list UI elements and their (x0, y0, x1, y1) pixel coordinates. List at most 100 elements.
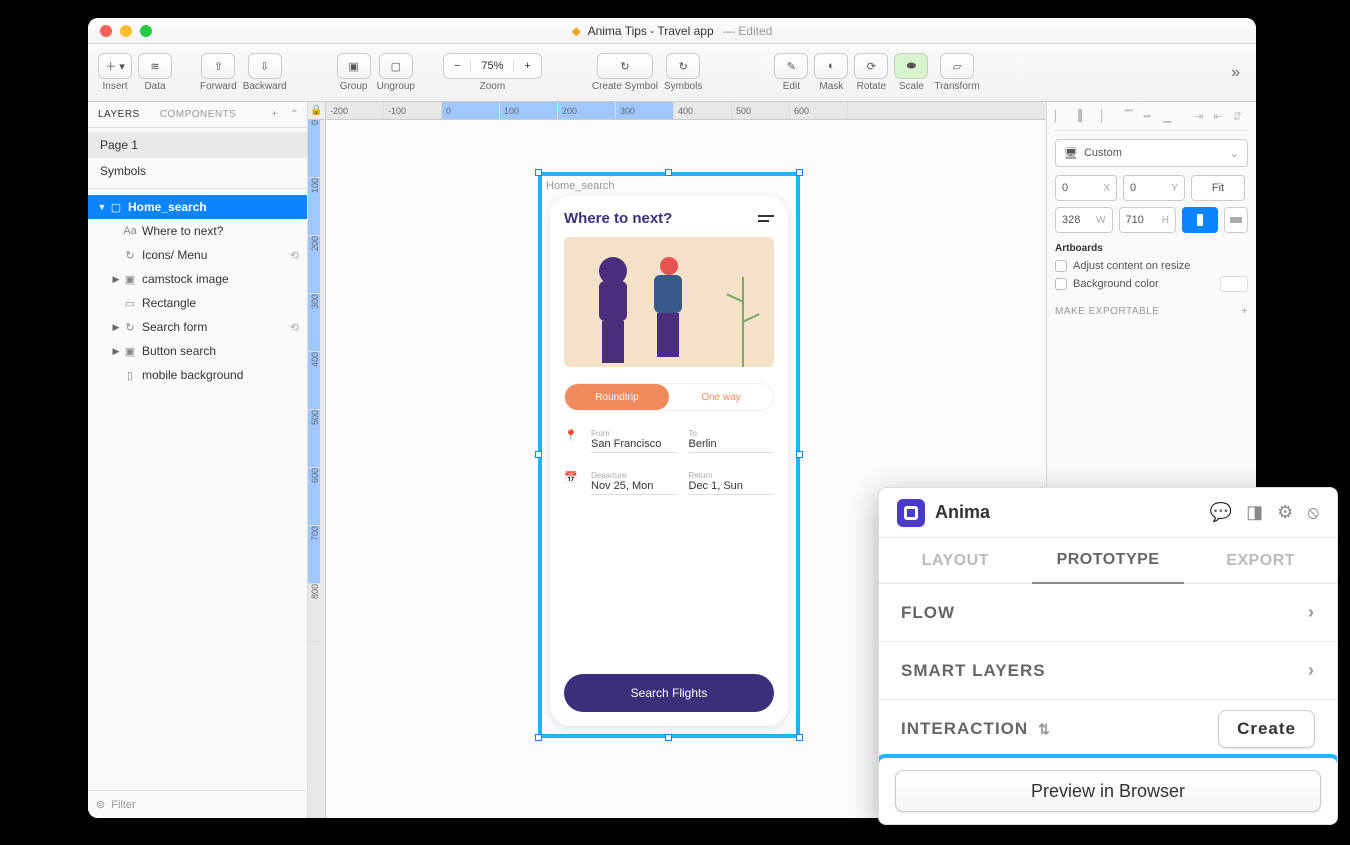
layer-item[interactable]: ▶▣Button search (88, 339, 307, 363)
layers-panel: LAYERS COMPONENTS + ⌃ Page 1 Symbols ▼▢H… (88, 102, 308, 818)
y-input[interactable]: 0Y (1123, 175, 1185, 201)
columns-icon[interactable]: ◨ (1246, 502, 1263, 523)
zoom-label: Zoom (480, 81, 506, 92)
portrait-toggle[interactable] (1182, 207, 1218, 233)
tab-export[interactable]: EXPORT (1184, 538, 1337, 583)
artboard-name[interactable]: Home_search (546, 180, 614, 192)
page-item[interactable]: Symbols (88, 158, 307, 184)
resize-handle[interactable] (665, 734, 672, 741)
filter-icon: ⊜ (96, 798, 105, 811)
make-exportable[interactable]: MAKE EXPORTABLE+ (1055, 306, 1248, 317)
roundtrip-option: Roundtrip (565, 384, 669, 410)
h-input[interactable]: 710H (1119, 207, 1177, 233)
tab-prototype[interactable]: PROTOTYPE (1032, 538, 1185, 584)
group-button[interactable]: ▣ (337, 53, 371, 79)
titlebar: ◆ Anima Tips - Travel app — Edited (88, 18, 1256, 44)
resize-handle[interactable] (796, 734, 803, 741)
forward-button[interactable]: ⇧ (201, 53, 235, 79)
layer-item[interactable]: ▶↻Search form⟲ (88, 315, 307, 339)
layer-item[interactable]: AaWhere to next? (88, 219, 307, 243)
mask-button[interactable]: ◐ (814, 53, 848, 79)
chevron-right-icon: › (1308, 660, 1315, 681)
w-input[interactable]: 328W (1055, 207, 1113, 233)
align-controls[interactable]: ▏▐▕ ▔━▁ ⇥⇤⇵ (1055, 110, 1248, 131)
ruler-vertical[interactable]: 0100200300400500600700800 (308, 120, 326, 818)
anima-title: Anima (935, 502, 990, 523)
backward-label: Backward (243, 81, 287, 92)
background-color-checkbox[interactable]: Background color (1055, 276, 1248, 292)
x-input[interactable]: 0X (1055, 175, 1117, 201)
menu-icon (758, 212, 774, 225)
layer-item[interactable]: ▭Rectangle (88, 291, 307, 315)
insert-button[interactable]: ＋ ▾ (98, 53, 132, 79)
flow-row[interactable]: FLOW› (879, 584, 1337, 642)
resize-handle[interactable] (796, 169, 803, 176)
transform-button[interactable]: ▱ (940, 53, 974, 79)
resize-handle[interactable] (535, 451, 542, 458)
page-item[interactable]: Page 1 (88, 132, 307, 158)
calendar-icon: 📅 (564, 471, 576, 495)
tab-components[interactable]: COMPONENTS (150, 109, 247, 120)
departure-field: Nov 25, Mon (591, 480, 677, 495)
landscape-toggle[interactable] (1224, 207, 1248, 233)
color-swatch[interactable] (1220, 276, 1248, 292)
device-select[interactable]: 🖥 Custom ⌄ (1055, 139, 1248, 167)
device-value: Custom (1084, 147, 1122, 159)
tab-layout[interactable]: LAYOUT (879, 538, 1032, 583)
artboards-header: Artboards (1055, 243, 1248, 254)
layer-item[interactable]: ▯mobile background (88, 363, 307, 387)
filter-bar[interactable]: ⊜ Filter (88, 790, 307, 818)
toolbar-overflow[interactable]: » (1231, 64, 1246, 82)
fit-button[interactable]: Fit (1191, 175, 1245, 201)
from-field: San Francisco (591, 438, 677, 453)
oneway-option: One way (669, 384, 773, 410)
layer-list: ▼▢Home_searchAaWhere to next?↻Icons/ Men… (88, 189, 307, 790)
create-symbol-button[interactable]: ↻ (597, 53, 653, 79)
preview-in-browser-button[interactable]: Preview in Browser (895, 770, 1321, 812)
layer-item[interactable]: ↻Icons/ Menu⟲ (88, 243, 307, 267)
zoom-in-button[interactable]: + (514, 60, 540, 72)
data-button[interactable]: ≋ (138, 53, 172, 79)
chat-icon[interactable]: 💬 (1210, 502, 1232, 523)
create-button[interactable]: Create (1218, 710, 1315, 748)
heading: Where to next? (564, 210, 672, 227)
block-icon[interactable]: ⦸ (1307, 502, 1319, 523)
trip-type-toggle: Roundtrip One way (564, 383, 774, 411)
scale-button[interactable]: ⬬ (894, 53, 928, 79)
monitor-icon: 🖥 (1064, 147, 1078, 160)
document-status: — Edited (723, 24, 772, 38)
pin-icon: 📍 (564, 429, 576, 453)
pages-list: Page 1 Symbols (88, 128, 307, 189)
layer-item[interactable]: ▼▢Home_search (88, 195, 307, 219)
add-page-button[interactable]: + (268, 109, 282, 120)
filter-placeholder: Filter (111, 799, 135, 811)
data-label: Data (144, 81, 165, 92)
smart-layers-row[interactable]: SMART LAYERS› (879, 642, 1337, 700)
toolbar: ＋ ▾ Insert ≋ Data ⇧ Forward ⇩ Backward ▣… (88, 44, 1256, 102)
collapse-pages-button[interactable]: ⌃ (282, 109, 307, 120)
resize-handle[interactable] (665, 169, 672, 176)
return-field: Dec 1, Sun (689, 480, 775, 495)
document-name: Anima Tips - Travel app (588, 24, 714, 38)
resize-handle[interactable] (535, 169, 542, 176)
resize-handle[interactable] (796, 451, 803, 458)
adjust-content-checkbox[interactable]: Adjust content on resize (1055, 260, 1248, 272)
gear-icon[interactable]: ⚙ (1277, 502, 1293, 523)
ruler-horizontal[interactable]: -200-1000100200300400500600 (326, 102, 1046, 120)
artboard-home-search[interactable]: Where to next? Roundtrip One way 📍 FromS… (550, 196, 788, 726)
ungroup-button[interactable]: ▢ (379, 53, 413, 79)
zoom-control[interactable]: − 75% + (443, 53, 542, 79)
rotate-button[interactable]: ⟳ (854, 53, 888, 79)
updown-icon[interactable]: ⇅ (1038, 721, 1051, 738)
edit-button[interactable]: ✎ (774, 53, 808, 79)
interaction-row: INTERACTION⇅ Create (879, 700, 1337, 758)
ruler-lock-icon[interactable]: 🔒 (308, 102, 326, 120)
tab-layers[interactable]: LAYERS (88, 109, 150, 120)
layer-item[interactable]: ▶▣camstock image (88, 267, 307, 291)
zoom-out-button[interactable]: − (444, 60, 471, 72)
backward-button[interactable]: ⇩ (248, 53, 282, 79)
symbols-button[interactable]: ↻ (666, 53, 700, 79)
to-field: Berlin (689, 438, 775, 453)
zoom-value[interactable]: 75% (471, 60, 514, 72)
resize-handle[interactable] (535, 734, 542, 741)
